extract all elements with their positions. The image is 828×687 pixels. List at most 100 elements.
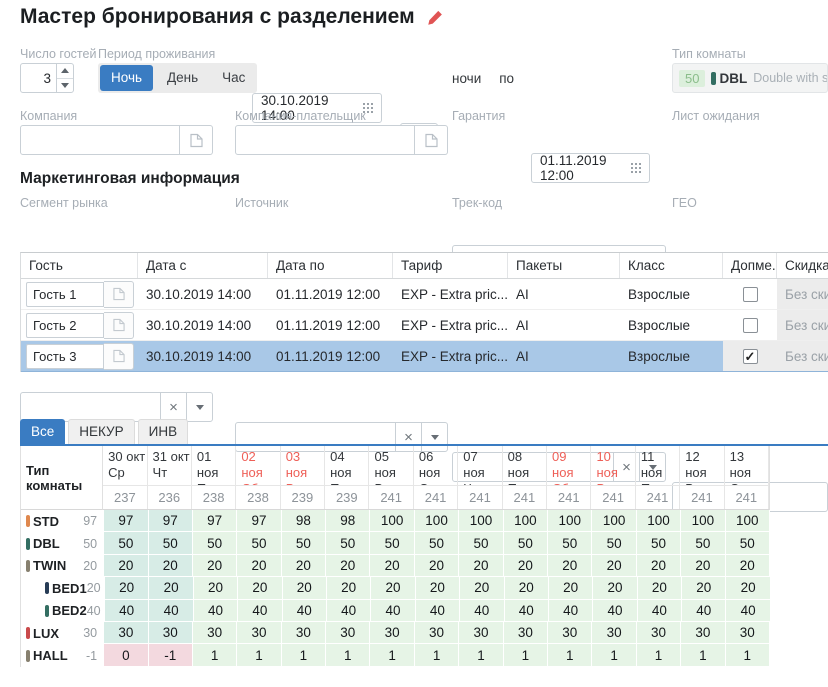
- availability-cell: 20: [548, 555, 592, 577]
- guest-date-from-cell[interactable]: 30.10.2019 14:00: [138, 279, 268, 309]
- guest-discount-cell: Без ски...: [777, 279, 828, 309]
- nights-to-word: по: [499, 71, 514, 86]
- tab-инв[interactable]: ИНВ: [138, 419, 188, 444]
- guest-class-cell[interactable]: Взрослые: [620, 279, 723, 309]
- guest-tariff-cell[interactable]: EXP - Extra pric...: [393, 341, 508, 371]
- guest-card-button[interactable]: [104, 343, 134, 370]
- room-row-twin: TWIN20202020202020202020202020202020: [21, 555, 770, 577]
- availability-cell: 30: [149, 622, 193, 644]
- guest-row-1[interactable]: Гость 1 30.10.2019 14:00 01.11.2019 12:0…: [21, 279, 828, 310]
- availability-cell: 20: [327, 577, 371, 599]
- period-option-day[interactable]: День: [155, 65, 210, 91]
- tab-все[interactable]: Все: [20, 419, 65, 444]
- guests-count-input[interactable]: 3: [20, 63, 74, 93]
- source-label: Источник: [235, 196, 288, 210]
- availability-cell: 0: [104, 644, 148, 666]
- guest-date-to-cell[interactable]: 01.11.2019 12:00: [268, 310, 393, 340]
- availability-cell: 40: [593, 600, 637, 622]
- guest-date-from-cell[interactable]: 30.10.2019 14:00: [138, 341, 268, 371]
- chevron-down-icon[interactable]: [186, 393, 212, 421]
- guest-name-input[interactable]: Гость 2: [26, 313, 104, 338]
- date-column-header: 31 октЧт: [148, 446, 192, 485]
- edit-title-pencil-icon[interactable]: [427, 9, 444, 26]
- availability-cell: 40: [371, 600, 415, 622]
- clear-icon[interactable]: ×: [160, 393, 186, 421]
- calendar-grid-icon[interactable]: [631, 163, 641, 173]
- guest-class-cell[interactable]: Взрослые: [620, 310, 723, 340]
- room-capacity: -1: [86, 649, 104, 663]
- guest-row-3-selected[interactable]: Гость 3 30.10.2019 14:00 01.11.2019 12:0…: [21, 341, 828, 372]
- availability-cell: 20: [593, 577, 637, 599]
- extra-bed-checkbox[interactable]: [743, 349, 758, 364]
- guests-spinner-down-icon[interactable]: [57, 79, 73, 93]
- room-type-label: Тип комнаты: [672, 47, 746, 61]
- room-color-pill: [26, 560, 30, 572]
- date-total: 241: [458, 486, 502, 509]
- guest-date-to-cell[interactable]: 01.11.2019 12:00: [268, 279, 393, 309]
- date-column-header: 09 нояСб: [547, 446, 591, 485]
- guest-packages-cell[interactable]: AI: [508, 341, 620, 371]
- period-option-hour[interactable]: Час: [210, 65, 257, 91]
- period-option-night[interactable]: Ночь: [100, 65, 153, 91]
- marketing-section-title: Маркетинговая информация: [20, 170, 240, 188]
- company-card-button[interactable]: [180, 125, 213, 155]
- availability-cell: 97: [104, 510, 148, 532]
- guest-date-from-cell[interactable]: 30.10.2019 14:00: [138, 310, 268, 340]
- date-total: 241: [591, 486, 635, 509]
- guest-row-2[interactable]: Гость 2 30.10.2019 14:00 01.11.2019 12:0…: [21, 310, 828, 341]
- company-label: Компания: [20, 109, 77, 123]
- availability-cell: 20: [104, 555, 148, 577]
- availability-cell: 50: [681, 532, 725, 554]
- date-column-header: 30 октСр: [103, 446, 147, 485]
- payer-card-button[interactable]: [415, 125, 448, 155]
- room-capacity: 50: [83, 537, 104, 551]
- geo-label: ГЕО: [672, 196, 697, 210]
- guest-card-button[interactable]: [104, 312, 134, 339]
- extra-bed-checkbox[interactable]: [743, 287, 758, 302]
- extra-bed-checkbox[interactable]: [743, 318, 758, 333]
- segment-label: Сегмент рынка: [20, 196, 108, 210]
- guest-class-cell[interactable]: Взрослые: [620, 341, 723, 371]
- guests-spinner[interactable]: [56, 64, 73, 92]
- waitlist-label: Лист ожидания: [672, 109, 760, 123]
- availability-cell: 50: [149, 532, 193, 554]
- room-row-hall: HALL-10-11111111111111: [21, 644, 770, 666]
- company-input[interactable]: [20, 125, 180, 155]
- guest-tariff-cell[interactable]: EXP - Extra pric...: [393, 279, 508, 309]
- availability-cell: 20: [682, 577, 726, 599]
- guest-name-input[interactable]: Гость 3: [26, 344, 104, 369]
- guest-tariff-cell[interactable]: EXP - Extra pric...: [393, 310, 508, 340]
- payer-input[interactable]: [235, 125, 415, 155]
- availability-cell: 100: [592, 510, 636, 532]
- availability-cell: 50: [726, 532, 770, 554]
- guest-date-to-cell[interactable]: 01.11.2019 12:00: [268, 341, 393, 371]
- room-type-field[interactable]: 50 DBL Double with single bed: [672, 63, 828, 93]
- availability-cell: 100: [548, 510, 592, 532]
- availability-cell: 30: [504, 622, 548, 644]
- availability-cell: 30: [415, 622, 459, 644]
- availability-cell: 100: [504, 510, 548, 532]
- availability-cell: 1: [415, 644, 459, 666]
- date-total: 238: [192, 486, 236, 509]
- guest-card-button[interactable]: [104, 281, 134, 308]
- column-header-guest: Гость: [21, 253, 138, 278]
- availability-section: ВсеНЕКУРИНВ Тип комнаты 30 октСр31 октЧт…: [20, 418, 828, 667]
- guest-name-input[interactable]: Гость 1: [26, 282, 104, 307]
- availability-cell: 1: [237, 644, 281, 666]
- date-to-input[interactable]: 01.11.2019 12:00: [531, 153, 650, 183]
- availability-cell: 40: [283, 600, 327, 622]
- room-capacity: 30: [83, 626, 104, 640]
- guests-spinner-up-icon[interactable]: [57, 64, 73, 79]
- availability-cell: 30: [592, 622, 636, 644]
- availability-cell: 50: [237, 532, 281, 554]
- availability-cell: -1: [149, 644, 193, 666]
- guest-packages-cell[interactable]: AI: [508, 279, 620, 309]
- room-type-description: Double with single bed: [753, 71, 828, 85]
- availability-cell: 20: [416, 577, 460, 599]
- tab-некур[interactable]: НЕКУР: [68, 419, 134, 444]
- availability-cell: 40: [726, 600, 770, 622]
- guest-packages-cell[interactable]: AI: [508, 310, 620, 340]
- date-column-header: 12 нояВт: [680, 446, 724, 485]
- date-column-header: 04 нояПн: [325, 446, 369, 485]
- availability-cell: 1: [459, 644, 503, 666]
